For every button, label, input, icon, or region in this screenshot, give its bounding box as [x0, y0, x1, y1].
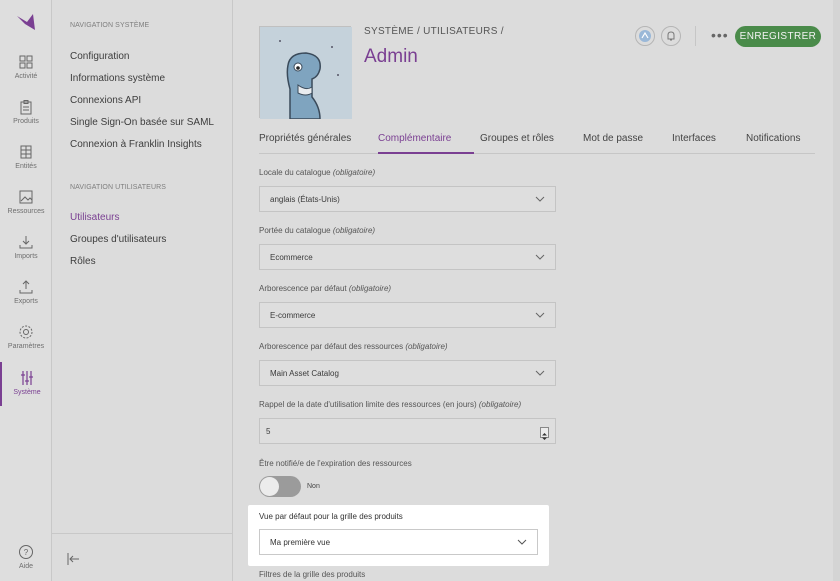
- subnav-link-system-info[interactable]: Informations système: [70, 73, 165, 84]
- page-scrollbar[interactable]: [833, 0, 840, 581]
- rail-item-label: Activité: [14, 73, 38, 80]
- collapse-panel-icon[interactable]: [66, 552, 80, 566]
- rail-item-activity[interactable]: Activité: [0, 54, 52, 99]
- number-stepper[interactable]: [540, 427, 549, 440]
- main-content: SYSTÈME / UTILISATEURS / Admin ••• ENREG…: [233, 0, 840, 581]
- select-value: Ecommerce: [270, 253, 313, 262]
- subnav-link-franklin[interactable]: Connexion à Franklin Insights: [70, 139, 202, 150]
- franklin-icon: [639, 30, 651, 42]
- tab-notifications[interactable]: Notifications: [746, 133, 800, 144]
- rail-item-label: Ressources: [7, 208, 45, 215]
- grid-icon: [19, 55, 33, 69]
- help-label: Aide: [18, 563, 33, 570]
- select-value: anglais (États-Unis): [270, 195, 340, 204]
- download-icon: [19, 236, 33, 249]
- product-grid-view-field: Vue par défaut pour la grille des produi…: [248, 505, 549, 566]
- select-value: Ma première vue: [270, 538, 331, 547]
- catalog-scope-label: Portée du catalogue (obligatoire): [259, 226, 376, 235]
- asset-reminder-input[interactable]: 5: [259, 418, 556, 444]
- chevron-down-icon: [517, 539, 527, 545]
- input-value: 5: [266, 427, 271, 436]
- default-tree-select[interactable]: E-commerce: [259, 302, 556, 328]
- catalog-locale-select[interactable]: anglais (États-Unis): [259, 186, 556, 212]
- asset-expiration-toggle[interactable]: [259, 476, 301, 497]
- product-grid-view-label: Vue par défaut pour la grille des produi…: [259, 512, 403, 521]
- tab-bar: Propriétés générales Complémentaire Grou…: [259, 130, 815, 154]
- image-icon: [19, 190, 33, 204]
- page-title: Admin: [364, 46, 418, 67]
- avatar-dinosaur-icon: [260, 27, 352, 120]
- sub-navigation: NAVIGATION SYSTÈME Configuration Informa…: [52, 0, 233, 581]
- rail-item-label: Produits: [13, 118, 39, 125]
- stepper-arrows-icon: [542, 433, 547, 440]
- rail-item-assets[interactable]: Ressources: [0, 189, 52, 234]
- toggle-state-label: Non: [307, 483, 320, 490]
- svg-text:?: ?: [24, 548, 29, 557]
- rail-item-label: Exports: [14, 298, 38, 305]
- chevron-down-icon: [535, 254, 545, 260]
- table-icon: [20, 145, 32, 159]
- rail-item-label: Système: [13, 389, 41, 396]
- tab-additional[interactable]: Complémentaire: [378, 133, 451, 144]
- chevron-down-icon: [535, 312, 545, 318]
- main-nav-rail: Activité Produits Entités Ressources Imp…: [0, 0, 52, 581]
- gear-icon: [19, 325, 33, 339]
- tab-interfaces[interactable]: Interfaces: [672, 133, 716, 144]
- rail-item-products[interactable]: Produits: [0, 99, 52, 144]
- active-tab-indicator: [378, 152, 474, 154]
- header-divider: [695, 26, 696, 46]
- tab-groups-roles[interactable]: Groupes et rôles: [480, 133, 554, 144]
- subnav-link-user-groups[interactable]: Groupes d'utilisateurs: [70, 234, 166, 245]
- rail-item-label: Imports: [14, 253, 38, 260]
- bell-icon: [667, 31, 675, 41]
- user-avatar[interactable]: [259, 26, 352, 120]
- chevron-down-icon: [535, 196, 545, 202]
- subnav-link-roles[interactable]: Rôles: [70, 256, 96, 267]
- help-button[interactable]: ? Aide: [0, 544, 52, 581]
- rail-item-entities[interactable]: Entités: [0, 144, 52, 189]
- franklin-button[interactable]: [635, 26, 655, 46]
- product-grid-filters-label: Filtres de la grille des produits: [259, 570, 366, 579]
- rail-item-imports[interactable]: Imports: [0, 234, 52, 279]
- sliders-icon: [21, 371, 33, 385]
- system-nav-title: NAVIGATION SYSTÈME: [70, 22, 150, 29]
- clipboard-icon: [20, 100, 32, 115]
- subnav-link-users[interactable]: Utilisateurs: [70, 212, 119, 223]
- select-value: Main Asset Catalog: [270, 369, 339, 378]
- rail-item-exports[interactable]: Exports: [0, 279, 52, 324]
- subnav-link-configuration[interactable]: Configuration: [70, 51, 129, 62]
- rail-item-label: Entités: [15, 163, 37, 170]
- subnav-divider: [52, 533, 233, 534]
- help-icon: ?: [19, 545, 33, 559]
- more-options-icon[interactable]: •••: [711, 27, 729, 43]
- catalog-locale-label: Locale du catalogue (obligatoire): [259, 168, 376, 177]
- subnav-link-saml-sso[interactable]: Single Sign-On basée sur SAML: [70, 117, 214, 128]
- tab-password[interactable]: Mot de passe: [583, 133, 643, 144]
- default-asset-tree-label: Arborescence par défaut des ressources (…: [259, 342, 448, 351]
- select-value: E-commerce: [270, 311, 316, 320]
- rail-item-label: Paramètres: [7, 343, 45, 350]
- product-grid-view-select[interactable]: Ma première vue: [259, 529, 538, 555]
- tab-general-properties[interactable]: Propriétés générales: [259, 133, 351, 144]
- app-logo-icon[interactable]: [15, 12, 37, 32]
- toggle-knob: [260, 477, 279, 496]
- rail-item-system[interactable]: Système: [0, 362, 52, 406]
- default-asset-tree-select[interactable]: Main Asset Catalog: [259, 360, 556, 386]
- notifications-button[interactable]: [661, 26, 681, 46]
- catalog-scope-select[interactable]: Ecommerce: [259, 244, 556, 270]
- upload-icon: [19, 280, 33, 294]
- subnav-link-api-connections[interactable]: Connexions API: [70, 95, 141, 106]
- save-button[interactable]: ENREGISTRER: [735, 26, 821, 47]
- chevron-down-icon: [535, 370, 545, 376]
- users-nav-title: NAVIGATION UTILISATEURS: [70, 184, 167, 191]
- default-tree-label: Arborescence par défaut (obligatoire): [259, 284, 392, 293]
- asset-reminder-label: Rappel de la date d'utilisation limite d…: [259, 400, 522, 409]
- breadcrumb[interactable]: SYSTÈME / UTILISATEURS /: [364, 26, 504, 37]
- asset-expiration-notify-label: Être notifié/e de l'expiration des resso…: [259, 459, 412, 468]
